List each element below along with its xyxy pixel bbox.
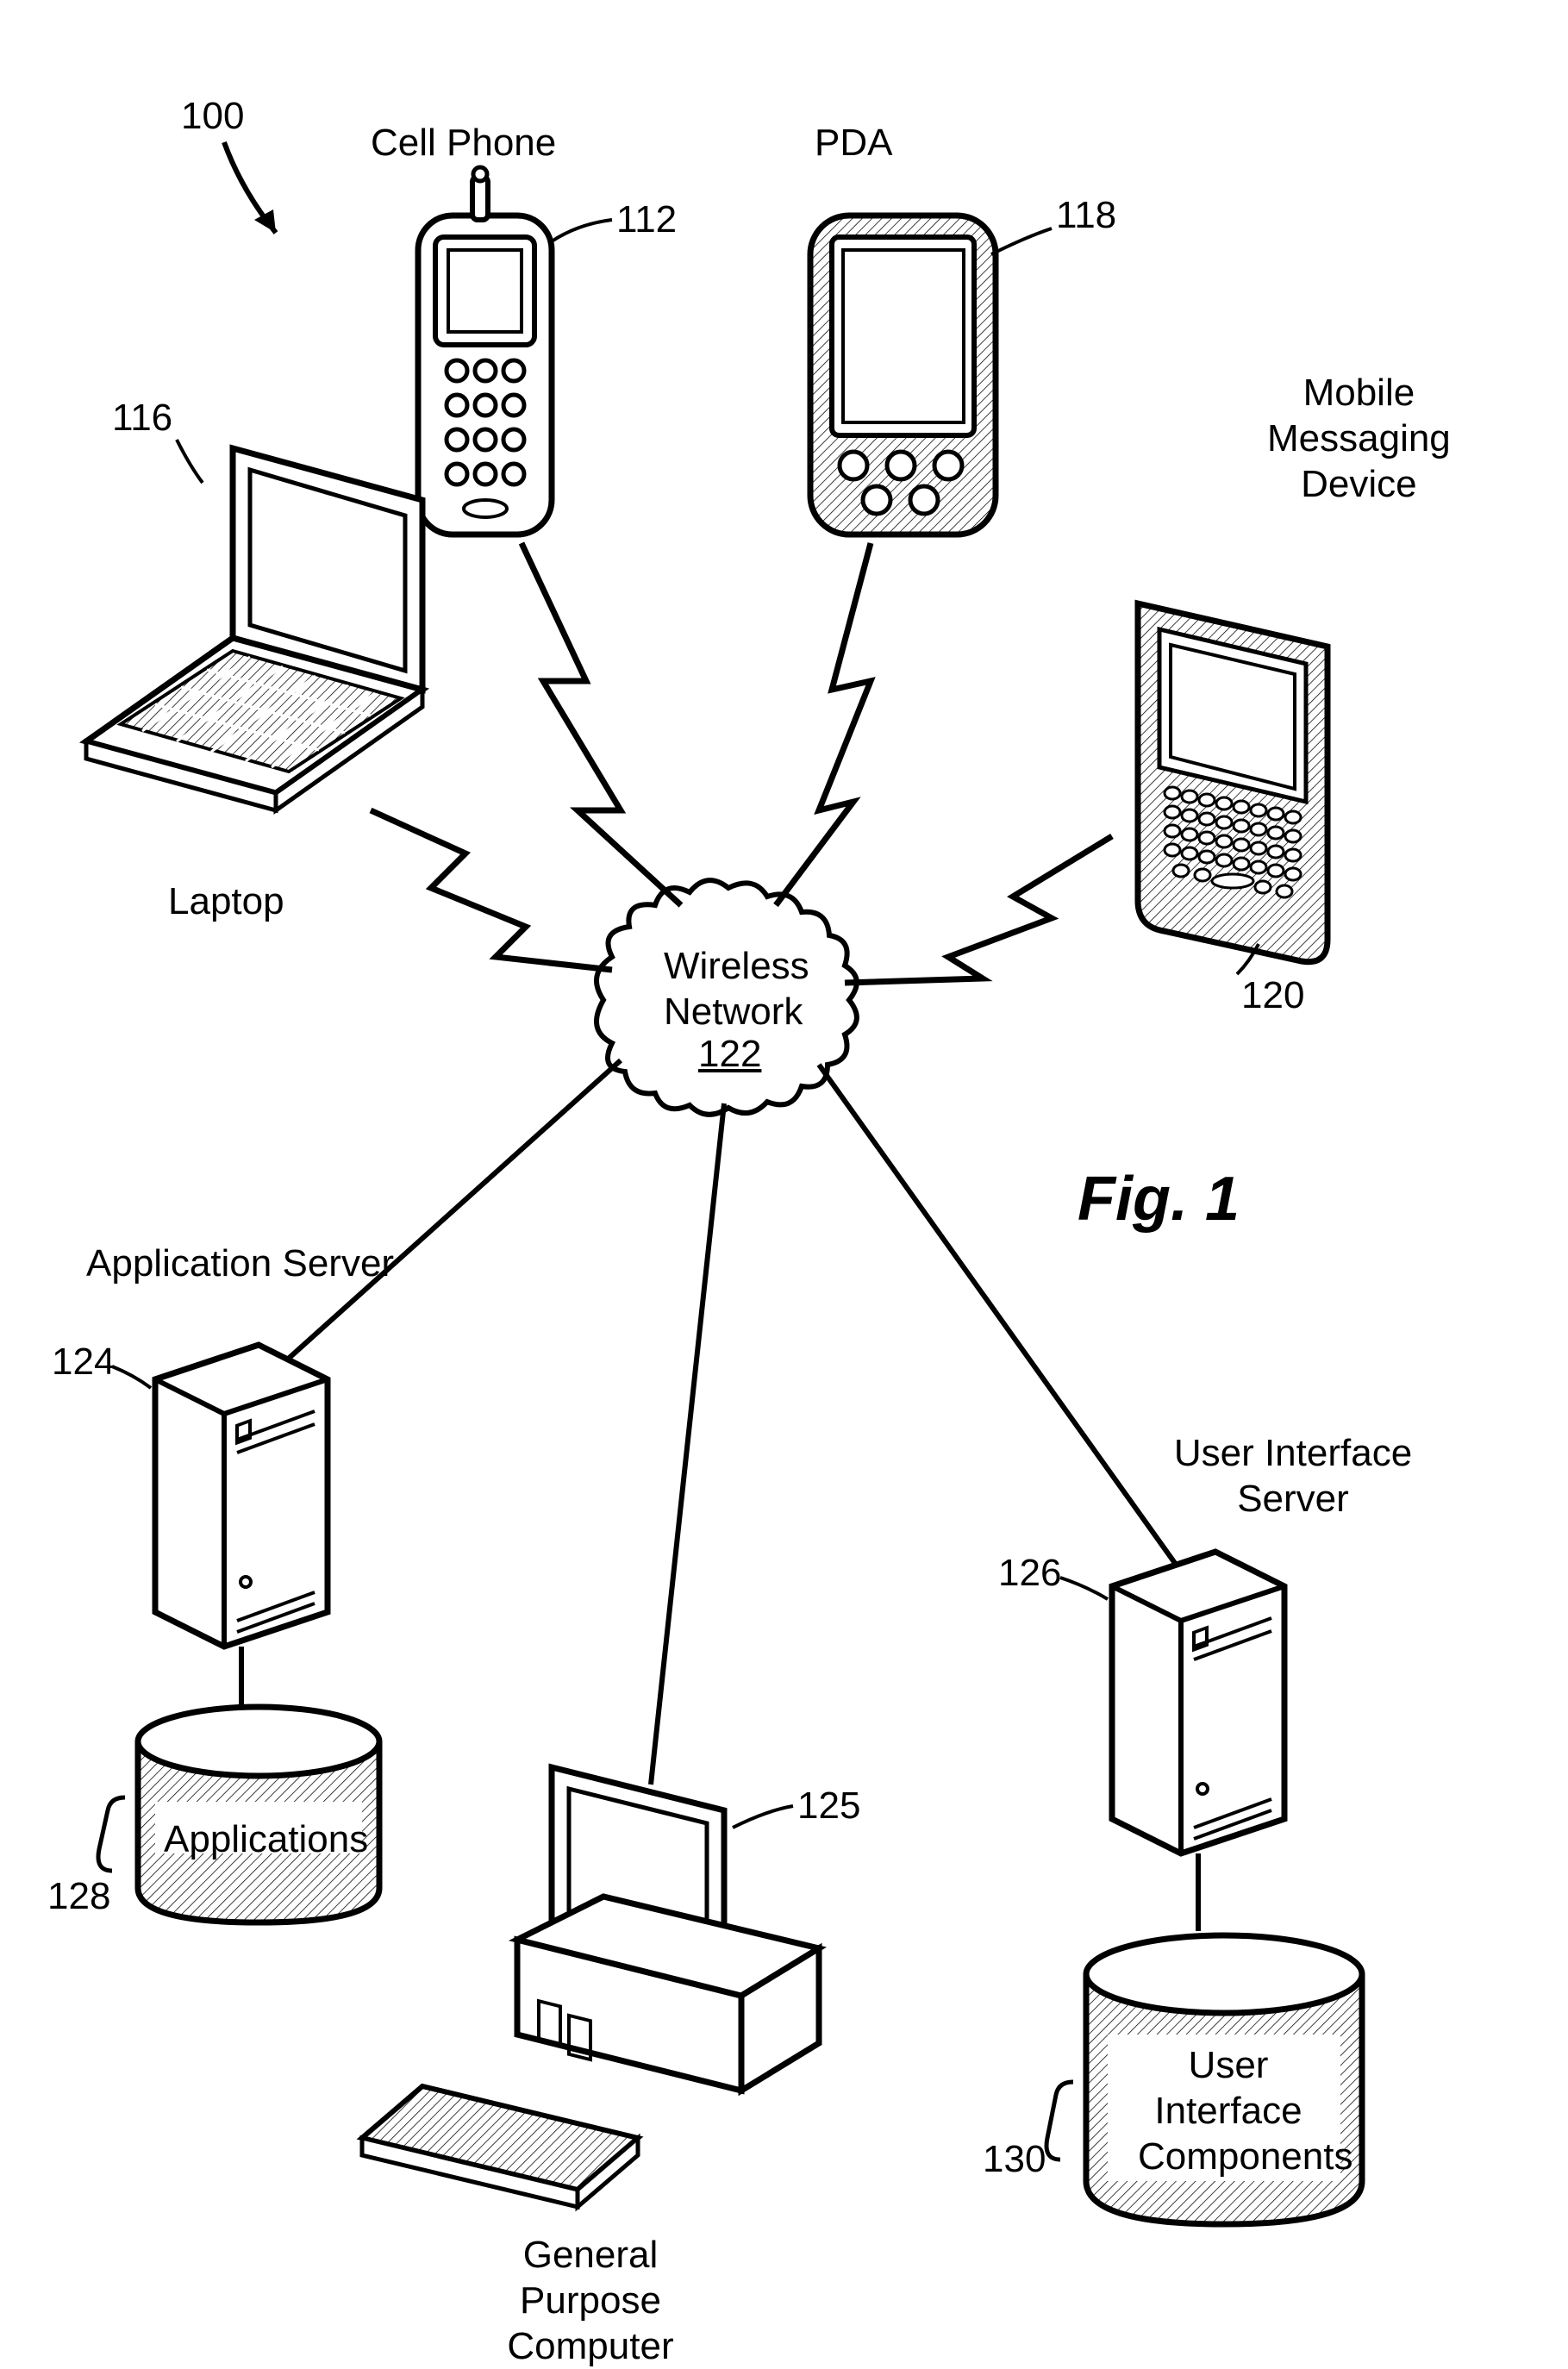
mobile-msg-label: Mobile Messaging Device [1267,371,1451,507]
wireless-link-cellphone [522,543,681,905]
link-app-server [284,1060,621,1362]
link-gpc [651,1103,724,1785]
app-server-ref: 124 [52,1341,115,1384]
wireless-link-mobile-msg [845,836,1112,983]
pda-icon [810,216,1052,534]
leader-124 [112,1366,151,1388]
wireless-network-ref: 122 [698,1033,761,1076]
cellphone-icon [418,167,612,534]
applications-db-label: Applications [164,1817,368,1863]
system-ref-arrow [224,142,276,233]
wireless-network-label: Wireless Network [664,944,793,1035]
ui-components-db-label: User Interface Components [1138,2043,1319,2179]
pda-label: PDA [815,121,892,166]
mobile-msg-ref: 120 [1241,974,1304,1017]
laptop-label: Laptop [168,879,284,925]
ui-server-ref: 126 [998,1552,1061,1595]
link-ui-server [819,1065,1185,1578]
figure-label: Fig. 1 [1078,1164,1240,1235]
cellphone-ref: 112 [616,198,677,241]
wireless-link-pda [776,543,871,905]
leader-126 [1060,1578,1108,1599]
wireless-link-laptop [371,810,612,970]
applications-db-ref: 128 [47,1875,110,1918]
gpc-icon [362,1767,819,2207]
applications-db-icon [98,1707,379,1922]
system-ref: 100 [181,95,244,138]
ui-server-label: User Interface Server [1172,1431,1414,1522]
gpc-ref: 125 [797,1785,860,1828]
app-server-label: Application Server [86,1241,394,1287]
app-server-icon [155,1345,328,1707]
leader-116 [177,440,203,483]
ui-server-icon [1112,1552,1284,1931]
gpc-label: General Purpose Computer [453,2233,728,2369]
mobile-messaging-icon [1138,603,1327,962]
laptop-ref: 116 [112,397,172,440]
ui-components-db-ref: 130 [983,2138,1046,2181]
pda-ref: 118 [1056,194,1116,237]
cellphone-label: Cell Phone [371,121,556,166]
laptop-icon [86,448,422,810]
